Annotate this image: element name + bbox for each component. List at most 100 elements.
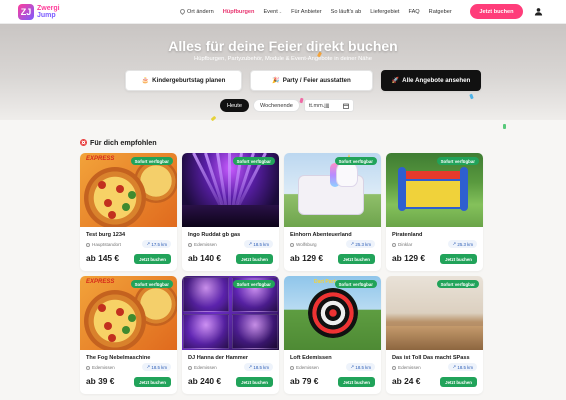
availability-badge: Sofort verfügbar [334, 280, 377, 288]
distance-text: 18.5 km [355, 364, 371, 370]
offer-book-button[interactable]: Jetzt buchen [440, 254, 477, 264]
distance-text: 18.5 km [457, 364, 473, 370]
nav-how-it-works[interactable]: So läuft's ab [331, 9, 362, 15]
offer-book-button[interactable]: Jetzt buchen [134, 254, 171, 264]
offer-name: Das ist Toll Das macht SPass [392, 355, 470, 361]
offer-location-text: Hauptstandort [92, 242, 121, 247]
equip-party-button[interactable]: 🎉 Party / Feier ausstatten [250, 70, 373, 91]
target-icon [80, 139, 87, 146]
offer-card[interactable]: Sofort verfügbar Das ist Toll Das macht S… [386, 276, 483, 394]
offer-location: Wolfsburg [290, 242, 317, 247]
offer-card[interactable]: Sofort verfügbar Piratenland Dinklar ↗ 25.3… [386, 153, 483, 271]
location-dot-icon [392, 242, 396, 247]
date-filter-row: Heute Wochenende tt.mm.jjjj [220, 99, 354, 112]
date-picker-input[interactable]: tt.mm.jjjj [303, 99, 354, 112]
offer-name: DJ Hanna der Hammer [188, 355, 248, 361]
plan-kids-birthday-label: Kindergeburtstag planen [152, 77, 226, 84]
hero-title: Alles für deine Feier direkt buchen [168, 38, 398, 54]
offer-location: Edemissen [188, 365, 217, 370]
nav-delivery-area[interactable]: Liefergebiet [370, 9, 399, 15]
nav-event-dropdown[interactable]: Event⌄ [263, 9, 282, 15]
nav-guide[interactable]: Ratgeber [429, 9, 452, 15]
offer-card[interactable]: EXPRESS Sofort verfügbar The Fog Nebelmasc… [80, 276, 177, 394]
chevron-down-icon: ⌄ [278, 9, 283, 14]
availability-badge: Sofort verfügbar [232, 280, 275, 288]
distance-text: 18.5 km [151, 364, 167, 370]
distance-text: 18.5 km [253, 241, 269, 247]
nav-change-location[interactable]: Ort ändern [178, 7, 214, 16]
logo-line-1: Zwergi [37, 5, 60, 12]
offer-card[interactable]: EXPRESS Sofort verfügbar Test burg 1234 Hau… [80, 153, 177, 271]
recommended-heading: Für dich empfohlen [80, 138, 157, 147]
distance-badge: ↗ 18.5 km [142, 363, 171, 371]
equip-party-label: Party / Feier ausstatten [282, 77, 351, 84]
availability-badge: Sofort verfügbar [436, 280, 479, 288]
offer-location: Dinklar [392, 242, 412, 247]
offer-card[interactable]: Dart Party Sofort verfügbar Loft Edemissen… [284, 276, 381, 394]
top-navbar: ZJ Zwergi Jump Ort ändern Hüpfburgen Eve… [0, 0, 566, 24]
recommended-title: Für dich empfohlen [90, 138, 157, 147]
filter-today-button[interactable]: Heute [220, 99, 249, 112]
offer-name: Loft Edemissen [290, 355, 332, 361]
offer-card[interactable]: Sofort verfügbar Einhorn Abenteuerland Wol… [284, 153, 381, 271]
calendar-icon [342, 103, 349, 109]
nav-bouncy-castles[interactable]: Hüpfburgen [223, 9, 255, 15]
offer-book-button[interactable]: Jetzt buchen [338, 254, 375, 264]
offer-location-text: Dinklar [398, 242, 413, 247]
offer-location: Edemissen [290, 365, 319, 370]
plan-kids-birthday-button[interactable]: 🎂 Kindergeburtstag planen [125, 70, 242, 91]
hero-actions: 🎂 Kindergeburtstag planen 🎉 Party / Feie… [125, 70, 481, 91]
offer-name: The Fog Nebelmaschine [86, 355, 151, 361]
offer-book-button[interactable]: Jetzt buchen [134, 377, 171, 387]
location-dot-icon [86, 242, 90, 247]
logo-badge: ZJ [18, 4, 34, 20]
availability-badge: Sofort verfügbar [232, 157, 275, 165]
offer-book-button[interactable]: Jetzt buchen [338, 377, 375, 387]
nav-for-providers[interactable]: Für Anbieter [291, 9, 321, 15]
offer-name: Ingo Ruddat gb gas [188, 232, 241, 238]
filter-weekend-button[interactable]: Wochenende [252, 99, 300, 112]
offer-book-button[interactable]: Jetzt buchen [236, 254, 273, 264]
distance-badge: ↗ 18.5 km [346, 363, 375, 371]
distance-badge: ↗ 25.3 km [346, 240, 375, 248]
offer-price: ab 129 € [392, 253, 426, 263]
offer-price: ab 24 € [392, 376, 421, 386]
site-logo[interactable]: ZJ Zwergi Jump [18, 2, 78, 22]
location-dot-icon [290, 242, 294, 247]
distance-badge: ↗ 25.3 km [448, 240, 477, 248]
location-pin-icon [178, 7, 187, 16]
offer-card[interactable]: Sofort verfügbar DJ Hanna der Hammer Edemi… [182, 276, 279, 394]
distance-text: 25.3 km [355, 241, 371, 247]
logo-wordmark: Zwergi Jump [37, 5, 60, 19]
offer-location-text: Wolfsburg [296, 242, 317, 247]
distance-badge: ↗ 18.5 km [244, 240, 273, 248]
distance-badge: ↗ 17.5 km [142, 240, 171, 248]
party-popper-icon: 🎉 [272, 78, 280, 84]
offer-price: ab 240 € [188, 376, 222, 386]
offer-card[interactable]: Sofort verfügbar Ingo Ruddat gb gas Edemis… [182, 153, 279, 271]
offer-location-text: Edemissen [194, 242, 217, 247]
availability-badge: Sofort verfügbar [130, 157, 173, 165]
distance-badge: ↗ 18.5 km [244, 363, 273, 371]
location-dot-icon [188, 242, 192, 247]
nav-event-label: Event [263, 9, 278, 15]
offer-book-button[interactable]: Jetzt buchen [440, 377, 477, 387]
offer-price: ab 39 € [86, 376, 115, 386]
nav-faq[interactable]: FAQ [408, 9, 419, 15]
location-dot-icon [86, 365, 90, 370]
book-now-button[interactable]: Jetzt buchen [470, 4, 523, 19]
rocket-icon: 🚀 [391, 78, 400, 84]
confetti-decoration [503, 124, 506, 129]
view-all-offers-button[interactable]: 🚀 Alle Angebote ansehen [381, 70, 481, 91]
date-placeholder: tt.mm.jjjj [308, 102, 330, 109]
logo-line-2: Jump [37, 12, 56, 19]
user-account-icon[interactable] [534, 7, 543, 16]
cake-icon: 🎂 [141, 78, 150, 84]
offer-location-text: Edemissen [194, 365, 217, 370]
location-dot-icon [290, 365, 294, 370]
offer-location: Edemissen [188, 242, 217, 247]
location-dot-icon [188, 365, 192, 370]
offer-price: ab 79 € [290, 376, 319, 386]
confetti-decoration [469, 93, 474, 100]
offer-book-button[interactable]: Jetzt buchen [236, 377, 273, 387]
